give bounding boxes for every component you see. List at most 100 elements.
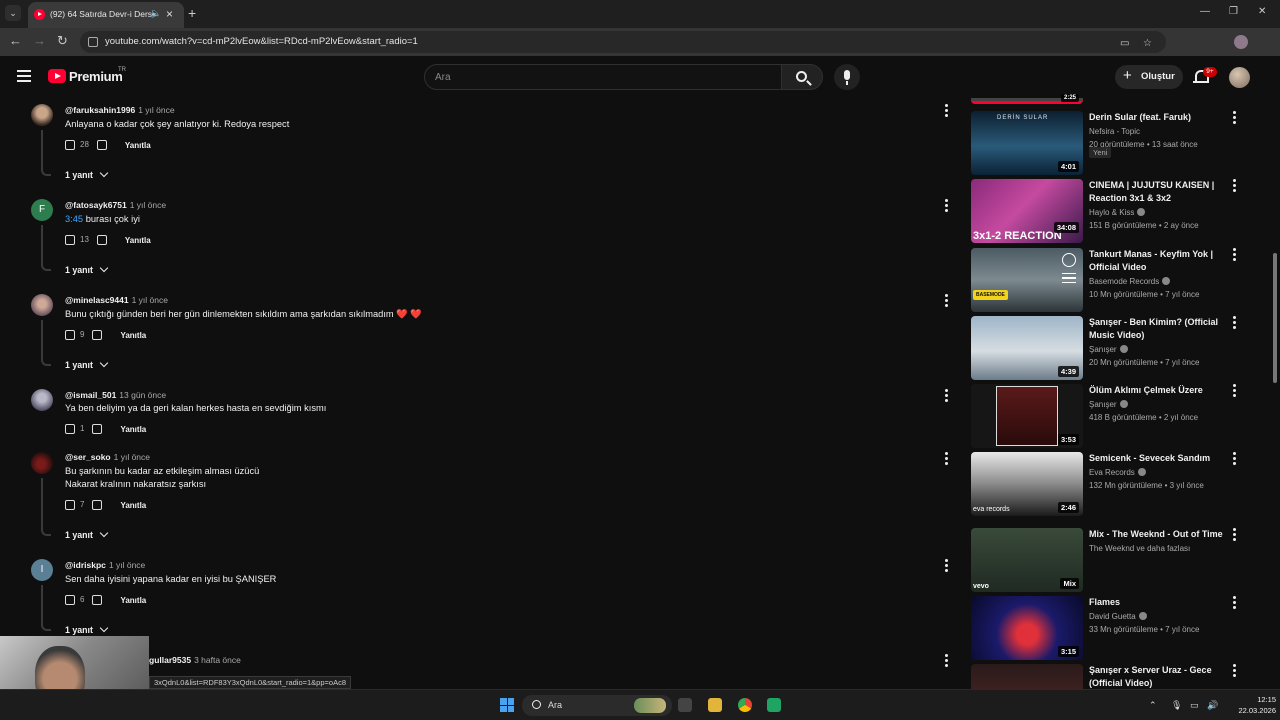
comment-more-icon[interactable] xyxy=(945,389,949,404)
channel-name[interactable]: Nefsira - Topic xyxy=(1089,127,1140,136)
video-more-icon[interactable] xyxy=(1233,248,1236,263)
reply-button[interactable]: Yanıtla xyxy=(125,236,151,245)
reply-button[interactable]: Yanıtla xyxy=(120,331,146,340)
video-more-icon[interactable] xyxy=(1233,384,1236,399)
file-explorer-icon[interactable] xyxy=(708,698,722,712)
search-button[interactable] xyxy=(781,64,823,90)
video-thumbnail[interactable]: DERİN SULAR 4:01 xyxy=(971,111,1083,175)
video-title[interactable]: CINEMA | JUJUTSU KAISEN | Reaction 3x1 &… xyxy=(1089,179,1229,205)
replies-toggle[interactable]: 1 yanıt xyxy=(65,358,109,370)
dislike-icon[interactable] xyxy=(96,140,107,150)
url-text[interactable]: youtube.com/watch?v=cd-mP2lvEow&list=RDc… xyxy=(105,36,418,47)
video-title[interactable]: Tankurt Manas - Keyfim Yok | Official Vi… xyxy=(1089,248,1229,274)
replies-toggle[interactable]: 1 yanıt xyxy=(65,623,109,635)
dislike-icon[interactable] xyxy=(92,424,103,434)
install-app-icon[interactable]: ▭ xyxy=(1120,38,1129,49)
recommended-mix[interactable]: vevo Mix Mix - The Weeknd - Out of Time … xyxy=(971,528,1251,592)
replies-toggle[interactable]: 1 yanıt xyxy=(65,263,109,275)
replies-toggle[interactable]: 1 yanıt xyxy=(65,168,109,180)
tab-search-icon[interactable]: ⌄ xyxy=(5,5,21,21)
create-button[interactable]: + Oluştur xyxy=(1115,65,1183,89)
channel-name[interactable]: Basemode Records xyxy=(1089,277,1171,286)
like-icon[interactable] xyxy=(65,424,75,434)
minimize-icon[interactable]: — xyxy=(1200,6,1210,17)
comment-avatar[interactable]: I xyxy=(31,559,53,581)
dislike-icon[interactable] xyxy=(92,595,103,605)
site-info-icon[interactable] xyxy=(88,37,98,47)
page-scrollbar[interactable] xyxy=(1272,98,1278,688)
comment-more-icon[interactable] xyxy=(945,559,949,574)
recommended-video[interactable]: 3x1-2 REACTION 34:08 CINEMA | JUJUTSU KA… xyxy=(971,179,1251,243)
comment-more-icon[interactable] xyxy=(945,452,949,467)
video-more-icon[interactable] xyxy=(1233,111,1236,126)
speaker-icon[interactable]: 🔈 xyxy=(150,8,161,19)
like-icon[interactable] xyxy=(65,500,75,510)
comment-more-icon[interactable] xyxy=(945,294,949,309)
video-title[interactable]: Şanışer x Server Uraz - Gece (Official V… xyxy=(1089,664,1229,689)
timestamp-link[interactable]: 3:45 xyxy=(65,214,83,224)
video-more-icon[interactable] xyxy=(1233,596,1236,611)
video-thumbnail[interactable]: 3:53 xyxy=(971,384,1083,448)
comment-author[interactable]: @ser_soko 1 yıl önce xyxy=(65,452,150,462)
window-close-icon[interactable]: ✕ xyxy=(1258,6,1266,17)
recommended-video[interactable]: 3:15 Flames David Guetta 33 Mn görüntüle… xyxy=(971,596,1251,660)
video-title[interactable]: Semicenk - Sevecek Sandım xyxy=(1089,452,1229,465)
comment-avatar[interactable] xyxy=(31,294,53,316)
dislike-icon[interactable] xyxy=(92,330,103,340)
video-thumbnail[interactable]: vevo Mix xyxy=(971,528,1083,592)
account-avatar[interactable] xyxy=(1229,67,1250,88)
video-title[interactable]: Derin Sular (feat. Faruk) xyxy=(1089,111,1229,124)
video-title[interactable]: Ölüm Aklımı Çelmek Üzere xyxy=(1089,384,1229,397)
youtube-logo-icon[interactable] xyxy=(48,69,66,83)
system-clock[interactable]: 12:15 22.03.2026 xyxy=(1236,694,1276,716)
channel-name[interactable]: Haylo & Kiss xyxy=(1089,208,1146,217)
tab-close-icon[interactable]: × xyxy=(166,7,173,21)
comment-author[interactable]: @minelasc9441 1 yıl önce xyxy=(65,295,168,305)
comment-avatar[interactable]: F xyxy=(31,199,53,221)
microphone-icon[interactable]: 🎙 xyxy=(1171,700,1182,711)
search-input[interactable]: Ara xyxy=(424,64,782,90)
channel-name[interactable]: Eva Records xyxy=(1089,468,1146,477)
comment-avatar[interactable] xyxy=(31,389,53,411)
recommended-video[interactable]: 4:39 Şanışer - Ben Kimim? (Official Musi… xyxy=(971,316,1251,380)
video-more-icon[interactable] xyxy=(1233,452,1236,467)
video-title[interactable]: Flames xyxy=(1089,596,1229,609)
recommended-video[interactable]: eva records 2:46 Semicenk - Sevecek Sand… xyxy=(971,452,1251,516)
task-view-icon[interactable] xyxy=(678,698,692,712)
restore-icon[interactable]: ❐ xyxy=(1229,6,1238,17)
comment-avatar[interactable] xyxy=(31,452,53,474)
recommended-video[interactable]: Şanışer x Server Uraz - Gece (Official V… xyxy=(971,664,1251,689)
video-more-icon[interactable] xyxy=(1233,316,1236,331)
comment-avatar[interactable] xyxy=(31,104,53,126)
video-thumbnail[interactable]: BASEMODE xyxy=(971,248,1083,312)
voice-search-icon[interactable] xyxy=(834,64,860,90)
video-title[interactable]: Şanışer - Ben Kimim? (Official Music Vid… xyxy=(1089,316,1229,342)
video-thumbnail[interactable]: 3:15 xyxy=(971,596,1083,660)
back-icon[interactable]: ← xyxy=(9,34,22,48)
reply-button[interactable]: Yanıtla xyxy=(125,141,151,150)
comment-author[interactable]: @ismail_501 13 gün önce xyxy=(65,390,166,400)
video-thumbnail[interactable] xyxy=(971,664,1083,689)
comment-more-icon[interactable] xyxy=(945,654,949,669)
chrome-icon[interactable] xyxy=(738,698,752,712)
video-more-icon[interactable] xyxy=(1233,179,1236,194)
reply-button[interactable]: Yanıtla xyxy=(120,425,146,434)
add-to-queue-icon[interactable] xyxy=(1062,273,1076,283)
reply-button[interactable]: Yanıtla xyxy=(120,501,146,510)
windows-start-icon[interactable] xyxy=(500,698,514,712)
video-title[interactable]: Mix - The Weeknd - Out of Time xyxy=(1089,528,1229,541)
browser-profile-avatar[interactable] xyxy=(1234,35,1248,49)
video-thumbnail[interactable]: 3x1-2 REACTION 34:08 xyxy=(971,179,1083,243)
menu-icon[interactable] xyxy=(17,70,31,82)
video-thumbnail[interactable]: 4:39 xyxy=(971,316,1083,380)
video-more-icon[interactable] xyxy=(1233,528,1236,543)
channel-name[interactable]: David Guetta xyxy=(1089,612,1147,621)
app-icon[interactable] xyxy=(767,698,781,712)
comment-author[interactable]: gullar9535 3 hafta önce xyxy=(149,655,241,665)
watch-later-icon[interactable] xyxy=(1062,253,1076,267)
channel-name[interactable]: Şanışer xyxy=(1089,345,1128,354)
channel-name[interactable]: Şanışer xyxy=(1089,400,1128,409)
comment-author[interactable]: @fatosayk6751 1 yıl önce xyxy=(65,200,166,210)
volume-icon[interactable]: 🔊 xyxy=(1207,700,1218,711)
tray-overflow-icon[interactable]: ⌃ xyxy=(1149,700,1157,711)
